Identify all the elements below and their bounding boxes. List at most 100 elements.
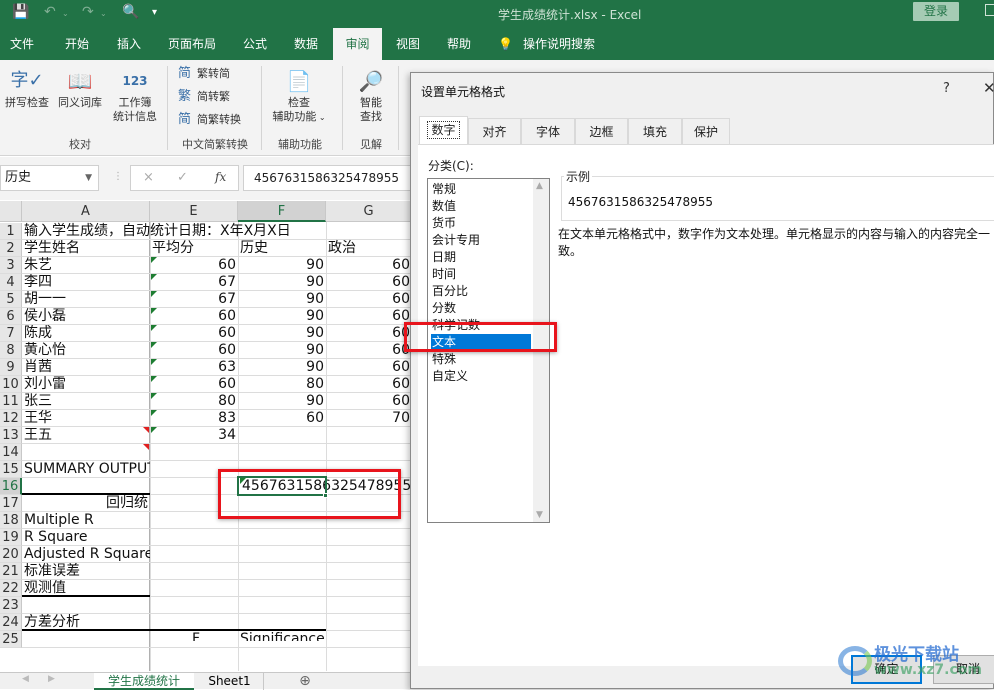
cell-e4[interactable]: 67	[150, 274, 238, 291]
row-header[interactable]: 7	[0, 325, 22, 342]
column-header-a[interactable]: A	[22, 201, 150, 222]
smart-lookup-button[interactable]: 🔎 智能 查找	[350, 66, 392, 124]
cell-g10[interactable]: 60	[326, 376, 412, 393]
row-header[interactable]: 5	[0, 291, 22, 308]
thesaurus-button[interactable]: 📖 同义词库	[54, 66, 106, 110]
cell-a2[interactable]: 学生姓名	[22, 240, 82, 257]
redo-icon[interactable]: ↷	[82, 4, 94, 20]
enter-formula-icon[interactable]: ✓	[177, 170, 188, 185]
cell-a5[interactable]: 胡一一	[22, 291, 68, 308]
cell-g6[interactable]: 60	[326, 308, 412, 325]
row-header[interactable]: 10	[0, 376, 22, 393]
row-header[interactable]: 11	[0, 393, 22, 410]
row-header[interactable]: 6	[0, 308, 22, 325]
cell-f3[interactable]: 90	[238, 257, 326, 274]
cell-e9[interactable]: 63	[150, 359, 238, 376]
cell-e8[interactable]: 60	[150, 342, 238, 359]
sheet-tab-student-scores[interactable]: 学生成绩统计	[94, 673, 194, 690]
tab-file[interactable]: 文件	[0, 28, 44, 60]
category-item[interactable]: 会计专用	[431, 232, 531, 249]
sheet-tab-sheet1[interactable]: Sheet1	[196, 673, 264, 690]
dialog-tab-number[interactable]: 数字	[419, 116, 468, 145]
category-item[interactable]: 货币	[431, 215, 531, 232]
customize-quick-access-icon[interactable]: ▾	[152, 7, 157, 18]
print-preview-icon[interactable]: 🔍	[122, 4, 139, 20]
cell-e12[interactable]: 83	[150, 410, 238, 427]
tab-review[interactable]: 审阅	[333, 28, 382, 60]
row-header[interactable]: 18	[0, 512, 22, 529]
cell-e5[interactable]: 67	[150, 291, 238, 308]
cell-e10[interactable]: 60	[150, 376, 238, 393]
name-box[interactable]: 历史 ▼	[0, 165, 99, 191]
cell-g4[interactable]: 60	[326, 274, 412, 291]
cell-g9[interactable]: 60	[326, 359, 412, 376]
row-header[interactable]: 16	[0, 478, 22, 495]
formula-bar-grip-icon[interactable]: ⋮	[113, 171, 123, 182]
row-header[interactable]: 8	[0, 342, 22, 359]
row-header[interactable]: 9	[0, 359, 22, 376]
cell-a10[interactable]: 刘小雷	[22, 376, 68, 393]
tab-help[interactable]: 帮助	[437, 28, 481, 60]
select-all-corner[interactable]	[0, 201, 22, 222]
simplified-to-traditional-button[interactable]: 繁简转繁	[178, 87, 230, 107]
cell-a19[interactable]: R Square	[22, 529, 89, 546]
dialog-tab-protection[interactable]: 保护	[682, 118, 730, 144]
tab-page-layout[interactable]: 页面布局	[160, 28, 224, 60]
cell-a6[interactable]: 侯小磊	[22, 308, 68, 325]
dialog-tab-border[interactable]: 边框	[575, 118, 628, 144]
cell-f6[interactable]: 90	[238, 308, 326, 325]
cell-f9[interactable]: 90	[238, 359, 326, 376]
cell-a13[interactable]: 王五	[22, 427, 54, 444]
cell-f25[interactable]: Significance F	[238, 631, 326, 641]
row-header[interactable]: 17	[0, 495, 22, 512]
row-header[interactable]: 12	[0, 410, 22, 427]
save-icon[interactable]: 💾	[12, 4, 29, 20]
name-box-dropdown-icon[interactable]: ▼	[85, 166, 92, 190]
category-item[interactable]: 数值	[431, 198, 531, 215]
scroll-sheets-left-icon[interactable]: ◀	[22, 674, 29, 684]
cell-f4[interactable]: 90	[238, 274, 326, 291]
cell-e6[interactable]: 60	[150, 308, 238, 325]
column-header-g[interactable]: G	[326, 201, 412, 222]
cell-f10[interactable]: 80	[238, 376, 326, 393]
ribbon-display-options-icon[interactable]	[985, 4, 994, 16]
dialog-tab-alignment[interactable]: 对齐	[468, 118, 521, 144]
help-icon[interactable]: ?	[943, 81, 950, 96]
workbook-statistics-button[interactable]: 123 工作簿 统计信息	[110, 66, 160, 124]
category-item[interactable]: 特殊	[431, 351, 531, 368]
row-header[interactable]: 15	[0, 461, 22, 478]
cell-e25[interactable]: F	[190, 631, 238, 641]
spelling-button[interactable]: 字✓ 拼写检查	[2, 66, 52, 110]
cell-a12[interactable]: 王华	[22, 410, 54, 427]
row-header[interactable]: 24	[0, 614, 22, 631]
tab-view[interactable]: 视图	[386, 28, 430, 60]
cell-g8[interactable]: 60	[326, 342, 412, 359]
cell-e11[interactable]: 80	[150, 393, 238, 410]
cell-g2[interactable]: 政治	[326, 240, 358, 257]
redo-dropdown-icon[interactable]: ⌄	[100, 9, 107, 18]
add-sheet-icon[interactable]: ⊕	[290, 673, 320, 690]
category-item[interactable]: 日期	[431, 249, 531, 266]
tell-me-search[interactable]: 💡 操作说明搜索	[498, 28, 595, 60]
row-header[interactable]: 2	[0, 240, 22, 257]
column-header-f[interactable]: F	[238, 201, 326, 222]
cell-a17[interactable]: 回归统	[22, 495, 150, 512]
row-header[interactable]: 19	[0, 529, 22, 546]
cell-f12[interactable]: 60	[238, 410, 326, 427]
close-icon[interactable]: ✕	[983, 79, 994, 97]
cell-a1[interactable]: 输入学生成绩，自动统计日期：X年X月X日	[22, 223, 293, 240]
cell-a11[interactable]: 张三	[22, 393, 54, 410]
row-header[interactable]: 4	[0, 274, 22, 291]
row-header[interactable]: 23	[0, 597, 22, 614]
cell-a4[interactable]: 李四	[22, 274, 54, 291]
worksheet-grid[interactable]: A E F G 1 输入学生成绩，自动统计日期：X年X月X日 2 学生姓名 平均分 历史 政…	[0, 201, 412, 671]
cell-f11[interactable]: 90	[238, 393, 326, 410]
category-item[interactable]: 分数	[431, 300, 531, 317]
cell-g7[interactable]: 60	[326, 325, 412, 342]
row-header[interactable]: 22	[0, 580, 22, 597]
row-header[interactable]: 21	[0, 563, 22, 580]
dialog-tab-fill[interactable]: 填充	[628, 118, 682, 144]
cancel-formula-icon[interactable]: ×	[143, 170, 154, 185]
scroll-up-icon[interactable]: ▲	[536, 181, 543, 191]
traditional-to-simplified-button[interactable]: 简繁转简	[178, 64, 230, 84]
